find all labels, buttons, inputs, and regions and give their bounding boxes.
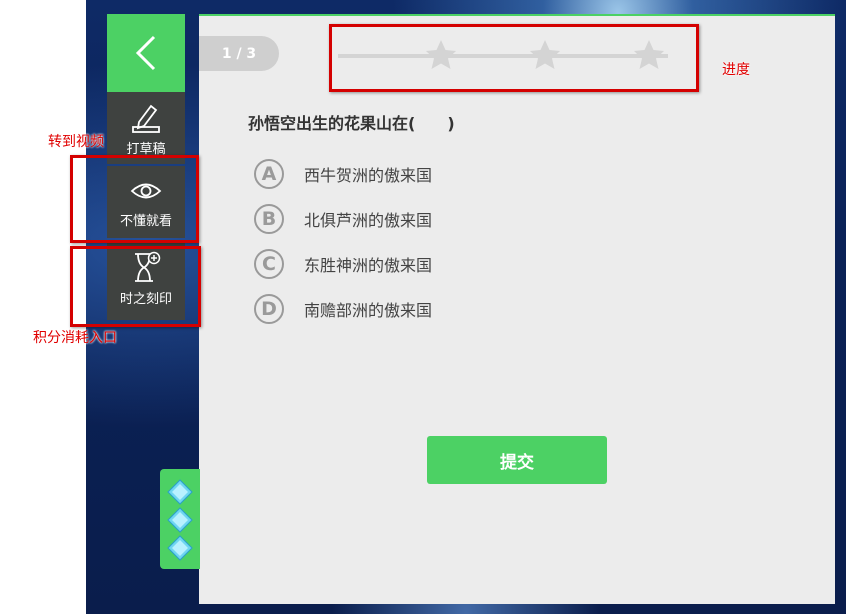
annotation-progress-label: 进度 bbox=[722, 62, 750, 78]
option-d[interactable]: D 南赡部洲的傲来国 bbox=[254, 292, 432, 326]
option-text: 西牛贺洲的傲来国 bbox=[304, 166, 433, 185]
option-letter: C bbox=[254, 249, 284, 279]
diamond-icon bbox=[167, 507, 193, 533]
option-b[interactable]: B 北俱芦洲的傲来国 bbox=[254, 202, 432, 236]
option-text: 东胜神洲的傲来国 bbox=[304, 256, 433, 275]
draft-button[interactable]: 打草稿 bbox=[107, 92, 185, 164]
option-letter: B bbox=[254, 204, 284, 234]
gem-tab[interactable] bbox=[160, 469, 200, 569]
annotation-points-label: 积分消耗入口 bbox=[33, 330, 117, 346]
diamond-icon bbox=[167, 479, 193, 505]
option-text: 北俱芦洲的傲来国 bbox=[304, 211, 433, 230]
annotation-points-box bbox=[70, 246, 201, 327]
option-c[interactable]: C 东胜神洲的傲来国 bbox=[254, 247, 432, 281]
annotation-video-box bbox=[70, 155, 199, 243]
annotation-progress-box bbox=[329, 24, 699, 92]
option-letter: A bbox=[254, 159, 284, 189]
question-text: 孙悟空出生的花果山在( ) bbox=[248, 114, 455, 133]
option-letter: D bbox=[254, 294, 284, 324]
annotation-video-label: 转到视频 bbox=[48, 134, 104, 150]
progress-counter: 1 / 3 bbox=[199, 36, 279, 71]
option-text: 南赡部洲的傲来国 bbox=[304, 301, 433, 320]
chevron-left-icon bbox=[135, 35, 156, 71]
diamond-icon bbox=[167, 535, 193, 561]
progress-label: 1 / 3 bbox=[221, 45, 257, 62]
pencil-icon bbox=[132, 104, 160, 133]
back-button[interactable] bbox=[107, 14, 185, 92]
option-a[interactable]: A 西牛贺洲的傲来国 bbox=[254, 157, 432, 191]
submit-button[interactable]: 提交 bbox=[427, 436, 607, 484]
